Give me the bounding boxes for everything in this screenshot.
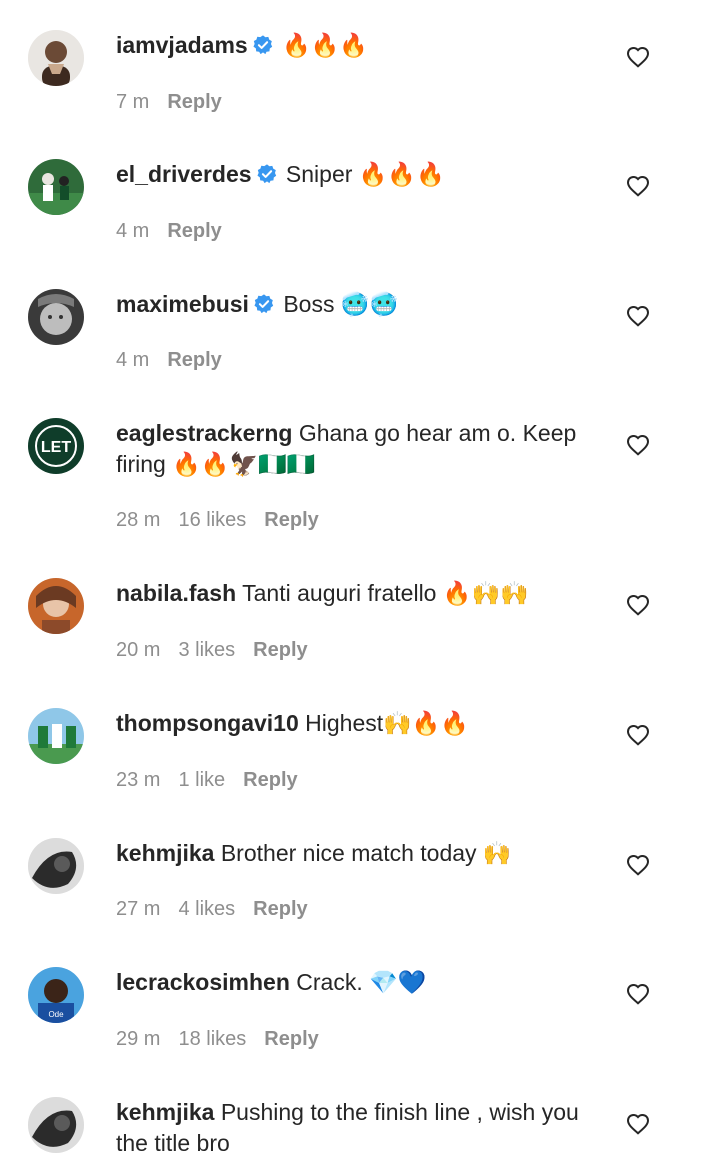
reply-button[interactable]: Reply xyxy=(264,509,318,531)
comment-meta: 23 m 1 like Reply xyxy=(116,769,316,792)
avatar[interactable] xyxy=(28,838,84,894)
avatar[interactable]: Ode xyxy=(28,967,84,1023)
comment-meta: 4 m Reply xyxy=(116,220,240,243)
username[interactable]: nabila.fash xyxy=(116,580,236,606)
comment-text: Boss 🥶🥶 xyxy=(283,291,399,317)
like-heart-icon[interactable] xyxy=(626,175,650,197)
comment-text: 🔥🔥🔥 xyxy=(282,32,369,58)
comment-meta: 28 m 16 likes Reply xyxy=(116,509,337,532)
comment-text: Brother nice match today 🙌 xyxy=(220,840,512,866)
avatar[interactable] xyxy=(28,708,84,764)
avatar[interactable] xyxy=(28,30,84,86)
username[interactable]: eaglestrackerng xyxy=(116,420,292,446)
reply-button[interactable]: Reply xyxy=(253,639,307,661)
comment-body: el_driverdes Sniper 🔥🔥🔥 xyxy=(116,159,596,193)
like-heart-icon[interactable] xyxy=(626,983,650,1005)
comment-meta: 4 m Reply xyxy=(116,349,240,372)
comment-time: 4 m xyxy=(116,220,150,242)
like-count[interactable]: 3 likes xyxy=(178,639,235,661)
username[interactable]: lecrackosimhen xyxy=(116,969,290,995)
verified-badge-icon xyxy=(253,292,275,323)
comment-meta: 7 m Reply xyxy=(116,91,240,114)
like-count[interactable]: 4 likes xyxy=(178,898,235,920)
comment-body: eaglestrackerng Ghana go hear am o. Keep… xyxy=(116,418,596,480)
reply-button[interactable]: Reply xyxy=(264,1028,318,1050)
verified-badge-icon xyxy=(256,162,278,193)
username[interactable]: el_driverdes xyxy=(116,161,252,187)
reply-button[interactable]: Reply xyxy=(243,769,297,791)
comment-meta: 29 m 18 likes Reply xyxy=(116,1028,337,1051)
avatar[interactable] xyxy=(28,289,84,345)
like-count[interactable]: 18 likes xyxy=(178,1028,246,1050)
like-heart-icon[interactable] xyxy=(626,724,650,746)
like-heart-icon[interactable] xyxy=(626,594,650,616)
comment-body: iamvjadams 🔥🔥🔥 xyxy=(116,30,596,64)
avatar[interactable] xyxy=(28,578,84,634)
comment-body: nabila.fash Tanti auguri fratello 🔥🙌🙌 xyxy=(116,578,596,609)
comment-time: 28 m xyxy=(116,509,161,531)
username[interactable]: thompsongavi10 xyxy=(116,710,299,736)
comment-text: Crack. 💎💙 xyxy=(296,969,427,995)
comment-time: 23 m xyxy=(116,769,161,791)
comment-text: Sniper 🔥🔥🔥 xyxy=(285,161,445,187)
comment-body: kehmjika Brother nice match today 🙌 xyxy=(116,838,596,869)
like-heart-icon[interactable] xyxy=(626,305,650,327)
like-heart-icon[interactable] xyxy=(626,434,650,456)
comment-body: maximebusi Boss 🥶🥶 xyxy=(116,289,596,323)
reply-button[interactable]: Reply xyxy=(167,349,221,371)
reply-button[interactable]: Reply xyxy=(167,91,221,113)
comment-time: 7 m xyxy=(116,91,150,113)
avatar[interactable]: LET xyxy=(28,418,84,474)
comment-meta: 27 m 4 likes Reply xyxy=(116,898,326,921)
reply-button[interactable]: Reply xyxy=(253,898,307,920)
comment-time: 4 m xyxy=(116,349,150,371)
reply-button[interactable]: Reply xyxy=(167,220,221,242)
svg-text:Ode: Ode xyxy=(48,1010,64,1019)
username[interactable]: kehmjika xyxy=(116,1099,214,1125)
comment-text: Highest🙌🔥🔥 xyxy=(305,710,470,736)
comment-time: 29 m xyxy=(116,1028,161,1050)
username[interactable]: kehmjika xyxy=(116,840,214,866)
like-heart-icon[interactable] xyxy=(626,46,650,68)
comment-text: Tanti auguri fratello 🔥🙌🙌 xyxy=(242,580,529,606)
like-heart-icon[interactable] xyxy=(626,1113,650,1135)
comment-time: 20 m xyxy=(116,639,161,661)
like-heart-icon[interactable] xyxy=(626,854,650,876)
comment-body: lecrackosimhen Crack. 💎💙 xyxy=(116,967,596,998)
comment-body: kehmjika Pushing to the finish line , wi… xyxy=(116,1097,596,1159)
like-count[interactable]: 16 likes xyxy=(178,509,246,531)
avatar[interactable] xyxy=(28,1097,84,1153)
verified-badge-icon xyxy=(252,33,274,64)
avatar[interactable] xyxy=(28,159,84,215)
comment-meta: 20 m 3 likes Reply xyxy=(116,639,326,662)
comment-body: thompsongavi10 Highest🙌🔥🔥 xyxy=(116,708,596,739)
username[interactable]: maximebusi xyxy=(116,291,249,317)
username[interactable]: iamvjadams xyxy=(116,32,248,58)
svg-text:LET: LET xyxy=(41,439,71,456)
like-count[interactable]: 1 like xyxy=(178,769,225,791)
comment-time: 27 m xyxy=(116,898,161,920)
